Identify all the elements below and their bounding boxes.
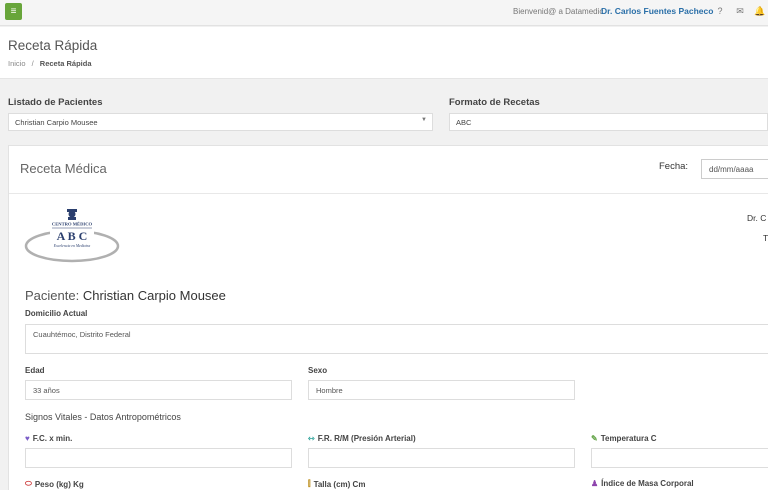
heart-rate-label: ♥ F.C. x min.: [25, 434, 72, 443]
page-title: Receta Rápida: [8, 38, 98, 53]
resp-rate-text: F.R. R/M (Presión Arterial): [317, 434, 416, 443]
height-text: Talla (cm) Cm: [313, 479, 366, 489]
logo-main-text: A B C: [57, 229, 88, 243]
temperature-field[interactable]: [591, 448, 768, 468]
recipe-format-select[interactable]: ABC: [449, 113, 768, 131]
card-title: Receta Médica: [20, 161, 107, 176]
lungs-icon: ⇿: [308, 434, 315, 443]
abc-logo: CENTRO MÉDICO A B C Excelencia en Medici…: [24, 208, 120, 263]
breadcrumb: Inicio / Receta Rápida: [8, 59, 91, 68]
recipe-format-value: ABC: [456, 118, 472, 127]
heart-icon: ♥: [25, 434, 30, 443]
date-input[interactable]: dd/mm/aaaa: [701, 159, 768, 179]
address-field[interactable]: Cuauhtémoc, Distrito Federal: [25, 324, 768, 354]
logo-sub-text: Excelencia en Medicina: [53, 244, 91, 248]
heart-rate-text: F.C. x min.: [32, 434, 73, 443]
sex-label: Sexo: [308, 366, 328, 375]
ruler-icon: ⫿: [308, 479, 311, 488]
top-navbar: ≡ Bienvenid@ a Datamedic Dr. Carlos Fuen…: [0, 0, 768, 26]
doctor-name-text: Dr. C: [747, 213, 767, 223]
vital-signs-title: Signos Vitales - Datos Antropométricos: [25, 412, 181, 422]
bmi-text: Índice de Masa Corporal: [601, 479, 694, 488]
welcome-text: Bienvenid@ a Datamedic: [513, 7, 604, 16]
recipe-format-label: Formato de Recetas: [449, 97, 540, 108]
bell-icon[interactable]: 🔔: [754, 5, 766, 17]
address-label: Domicilio Actual: [25, 309, 88, 318]
patient-name: Christian Carpio Mousee: [82, 288, 226, 303]
patients-list-label: Listado de Pacientes: [8, 97, 103, 108]
temperature-text: Temperatura C: [600, 434, 657, 443]
patients-select[interactable]: Christian Carpio Mousee ▼: [8, 113, 433, 131]
chevron-down-icon: ▼: [421, 117, 427, 123]
temperature-label: ✎ Temperatura C: [591, 434, 657, 443]
bmi-label: ♟ Índice de Masa Corporal: [591, 479, 694, 488]
page-header: Receta Rápida Inicio / Receta Rápida: [0, 27, 768, 79]
height-label: ⫿ Talla (cm) Cm: [308, 479, 365, 489]
body-icon: ♟: [591, 479, 599, 488]
prescription-card: Receta Médica Fecha: dd/mm/aaaa CENTRO M…: [8, 145, 768, 490]
user-name-link[interactable]: Dr. Carlos Fuentes Pacheco: [601, 6, 713, 16]
patients-select-value: Christian Carpio Mousee: [15, 118, 98, 127]
resp-rate-field[interactable]: [308, 448, 575, 468]
resp-rate-label: ⇿ F.R. R/M (Presión Arterial): [308, 434, 416, 443]
patient-heading: Paciente: Christian Carpio Mousee: [25, 288, 226, 303]
date-label: Fecha:: [659, 161, 689, 172]
age-label: Edad: [25, 366, 45, 375]
breadcrumb-current: Receta Rápida: [39, 59, 92, 68]
logo-top-text: CENTRO MÉDICO: [52, 222, 93, 227]
weight-label: ⬭ Peso (kg) Kg: [25, 479, 84, 489]
weight-text: Peso (kg) Kg: [34, 479, 84, 489]
breadcrumb-home[interactable]: Inicio: [8, 59, 26, 68]
hamburger-icon[interactable]: ≡: [5, 3, 22, 20]
heart-rate-field[interactable]: [25, 448, 292, 468]
doctor-title-text: T: [763, 233, 768, 243]
sex-field[interactable]: Hombre: [308, 380, 575, 400]
scale-icon: ⬭: [25, 479, 32, 488]
mail-icon[interactable]: ✉: [734, 5, 746, 17]
thermometer-icon: ✎: [591, 434, 598, 443]
breadcrumb-separator: /: [31, 59, 34, 68]
patient-prefix: Paciente:: [25, 288, 80, 303]
card-divider: [9, 193, 768, 194]
age-field[interactable]: 33 años: [25, 380, 292, 400]
help-icon[interactable]: ?: [714, 5, 726, 17]
